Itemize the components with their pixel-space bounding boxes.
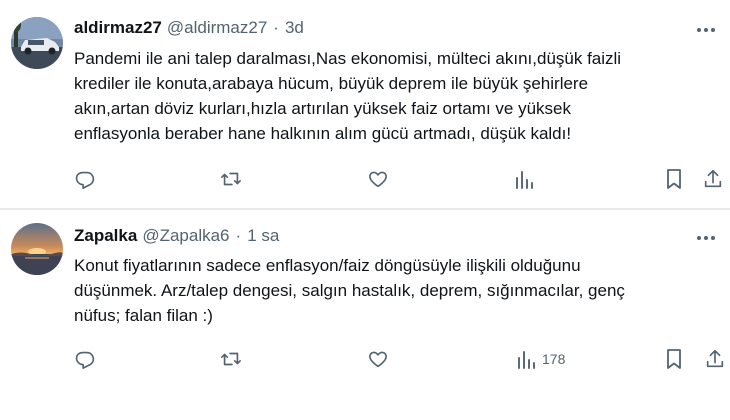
reply-icon [75, 171, 95, 189]
user-handle[interactable]: @aldirmaz27 [167, 18, 267, 38]
separator-dot: · [273, 18, 279, 37]
display-name[interactable]: Zapalka [74, 226, 137, 246]
bookmark-button[interactable] [664, 166, 684, 192]
views-button[interactable] [514, 166, 540, 192]
tweet-actions [0, 166, 730, 192]
retweet-icon [221, 172, 241, 186]
retweet-button[interactable] [220, 346, 242, 372]
views-icon [516, 171, 533, 189]
bookmark-icon [667, 349, 681, 369]
timestamp[interactable]: 3d [285, 18, 304, 38]
heart-icon [369, 171, 387, 188]
like-button[interactable] [367, 166, 389, 192]
timeline: aldirmaz27 @aldirmaz27 · 3d Pandemi ile … [0, 0, 730, 420]
retweet-button[interactable] [220, 166, 242, 192]
avatar[interactable] [11, 223, 63, 275]
share-button[interactable] [704, 346, 726, 372]
tweet-actions: 178 [0, 346, 730, 372]
user-handle[interactable]: @Zapalka6 [142, 226, 229, 246]
tweet-text: Konut fiyatlarının sadece enflasyon/faiz… [74, 256, 625, 325]
avatar[interactable] [11, 17, 63, 69]
views-count: 178 [542, 351, 566, 367]
share-button[interactable] [702, 166, 724, 192]
display-name[interactable]: aldirmaz27 [74, 18, 162, 38]
bookmark-icon [667, 169, 681, 189]
reply-icon [75, 351, 95, 369]
separator-dot: · [235, 226, 242, 245]
views-icon [518, 351, 535, 369]
tweet-header: aldirmaz27 @aldirmaz27 · 3d [74, 16, 304, 40]
share-icon [704, 169, 722, 188]
share-icon [706, 349, 724, 368]
reply-button[interactable] [74, 346, 96, 372]
tweet[interactable]: aldirmaz27 @aldirmaz27 · 3d Pandemi ile … [0, 0, 730, 208]
heart-icon [369, 351, 387, 368]
more-horizontal-icon[interactable] [694, 20, 718, 40]
tweet-text: Pandemi ile ani talep daralması,Nas ekon… [74, 49, 622, 143]
more-horizontal-icon[interactable] [694, 228, 718, 248]
tweet-header: Zapalka @Zapalka6 · 1 sa [74, 224, 279, 248]
views-button[interactable]: 178 [516, 346, 565, 372]
reply-button[interactable] [74, 166, 96, 192]
retweet-icon [221, 352, 241, 366]
bookmark-button[interactable] [664, 346, 684, 372]
timestamp[interactable]: 1 sa [247, 226, 279, 246]
tweet[interactable]: Zapalka @Zapalka6 · 1 sa Konut fiyatları… [0, 210, 730, 420]
like-button[interactable] [367, 346, 389, 372]
